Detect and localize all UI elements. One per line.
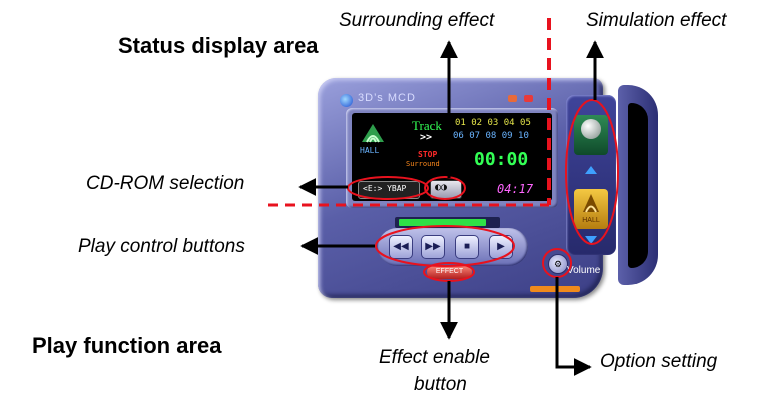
- simulation-highlight: [565, 99, 619, 245]
- cdrom-highlight: [347, 176, 429, 200]
- option-setting-arrow: [555, 277, 592, 376]
- surround-highlight: [424, 176, 466, 200]
- option-button-highlight: [542, 248, 572, 278]
- play-controls-highlight: [375, 225, 515, 267]
- annotation-overlay: [268, 18, 619, 376]
